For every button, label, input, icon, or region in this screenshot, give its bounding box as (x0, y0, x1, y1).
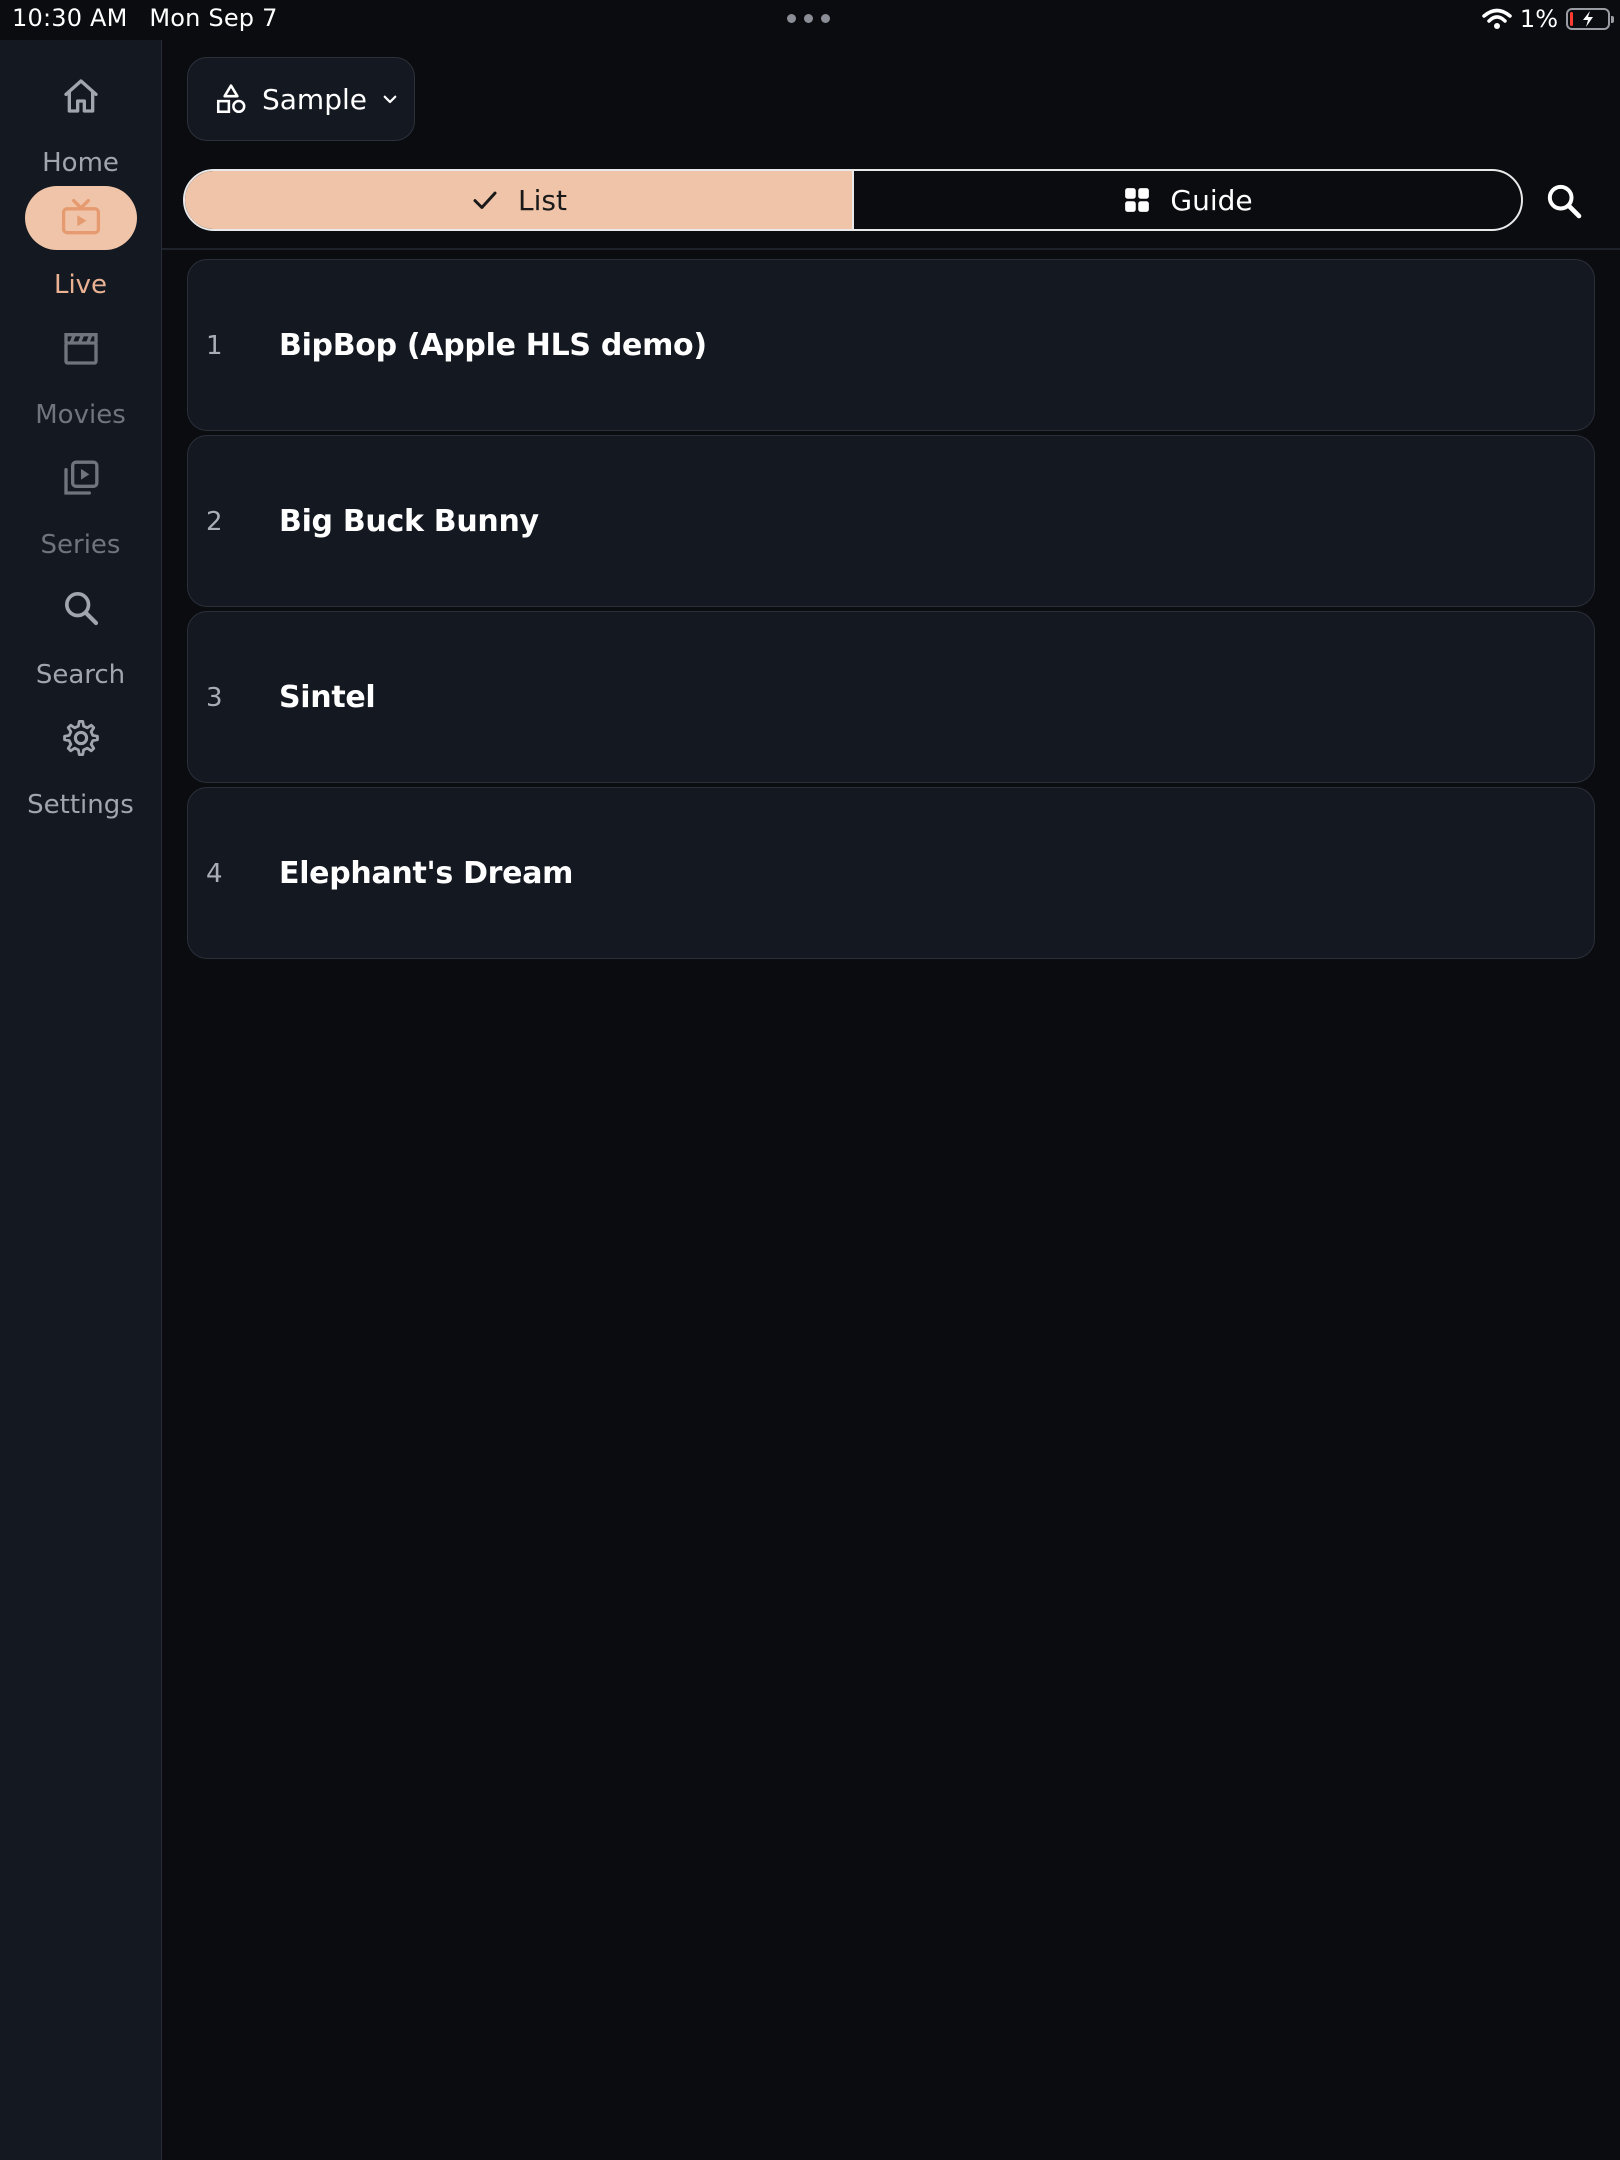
sidebar-item-label: Series (40, 530, 121, 560)
sidebar-item-label: Settings (27, 790, 134, 820)
sidebar-item-label: Movies (35, 400, 126, 430)
channel-name: BipBop (Apple HLS demo) (279, 328, 707, 363)
channel-number: 2 (206, 507, 223, 537)
view-toggle: List Guide (183, 169, 1523, 231)
channel-search-button[interactable] (1540, 177, 1588, 225)
status-date: Mon Sep 7 (149, 4, 278, 32)
shapes-icon (216, 84, 246, 114)
sidebar-item-home[interactable]: Home (0, 64, 161, 184)
sidebar-item-label: Live (53, 270, 108, 300)
status-time: 10:30 AM (12, 4, 128, 32)
battery-percent: 1% (1519, 5, 1558, 33)
channel-row[interactable]: 1 BipBop (Apple HLS demo) (187, 259, 1595, 431)
tab-guide[interactable]: Guide (852, 171, 1521, 229)
gear-icon (25, 706, 137, 770)
sidebar-item-series[interactable]: Series (0, 446, 161, 566)
channel-name: Elephant's Dream (279, 856, 574, 891)
channel-number: 4 (206, 859, 223, 889)
channel-list: 1 BipBop (Apple HLS demo) 2 Big Buck Bun… (187, 259, 1595, 963)
tab-list-label: List (518, 183, 567, 217)
sidebar-item-movies[interactable]: Movies (0, 316, 161, 436)
channel-number: 3 (206, 683, 223, 713)
search-icon (25, 576, 137, 640)
channel-number: 1 (206, 331, 223, 361)
chevron-down-icon (383, 95, 397, 104)
channel-row[interactable]: 4 Elephant's Dream (187, 787, 1595, 959)
sidebar-nav: Home Live Movies Series Search Settings (0, 40, 162, 2160)
tab-guide-label: Guide (1170, 183, 1253, 217)
channel-name: Big Buck Bunny (279, 504, 539, 539)
search-icon (1547, 184, 1582, 219)
grid-icon (1125, 188, 1150, 212)
battery-icon (1566, 8, 1614, 30)
status-bar: 10:30 AM Mon Sep 7 1% (0, 0, 1620, 40)
multitasking-dots-icon[interactable] (787, 14, 830, 23)
clapperboard-icon (25, 316, 137, 380)
sidebar-item-settings[interactable]: Settings (0, 706, 161, 826)
play-stack-icon (25, 446, 137, 510)
status-right: 1% (1482, 5, 1614, 33)
tab-list[interactable]: List (185, 171, 852, 229)
playlist-selector-button[interactable]: Sample (187, 57, 415, 141)
tv-icon (24, 186, 137, 250)
home-icon (25, 64, 137, 128)
header-divider (162, 248, 1620, 250)
sidebar-item-label: Search (35, 660, 126, 690)
channel-row[interactable]: 3 Sintel (187, 611, 1595, 783)
playlist-name: Sample (262, 82, 367, 116)
sidebar-item-label: Home (42, 148, 119, 178)
sidebar-item-search[interactable]: Search (0, 576, 161, 696)
channel-row[interactable]: 2 Big Buck Bunny (187, 435, 1595, 607)
checkmark-icon (473, 191, 497, 209)
channel-name: Sintel (279, 680, 376, 715)
status-left: 10:30 AM Mon Sep 7 (12, 4, 292, 32)
sidebar-item-live[interactable]: Live (0, 186, 161, 306)
wifi-icon (1482, 8, 1512, 29)
